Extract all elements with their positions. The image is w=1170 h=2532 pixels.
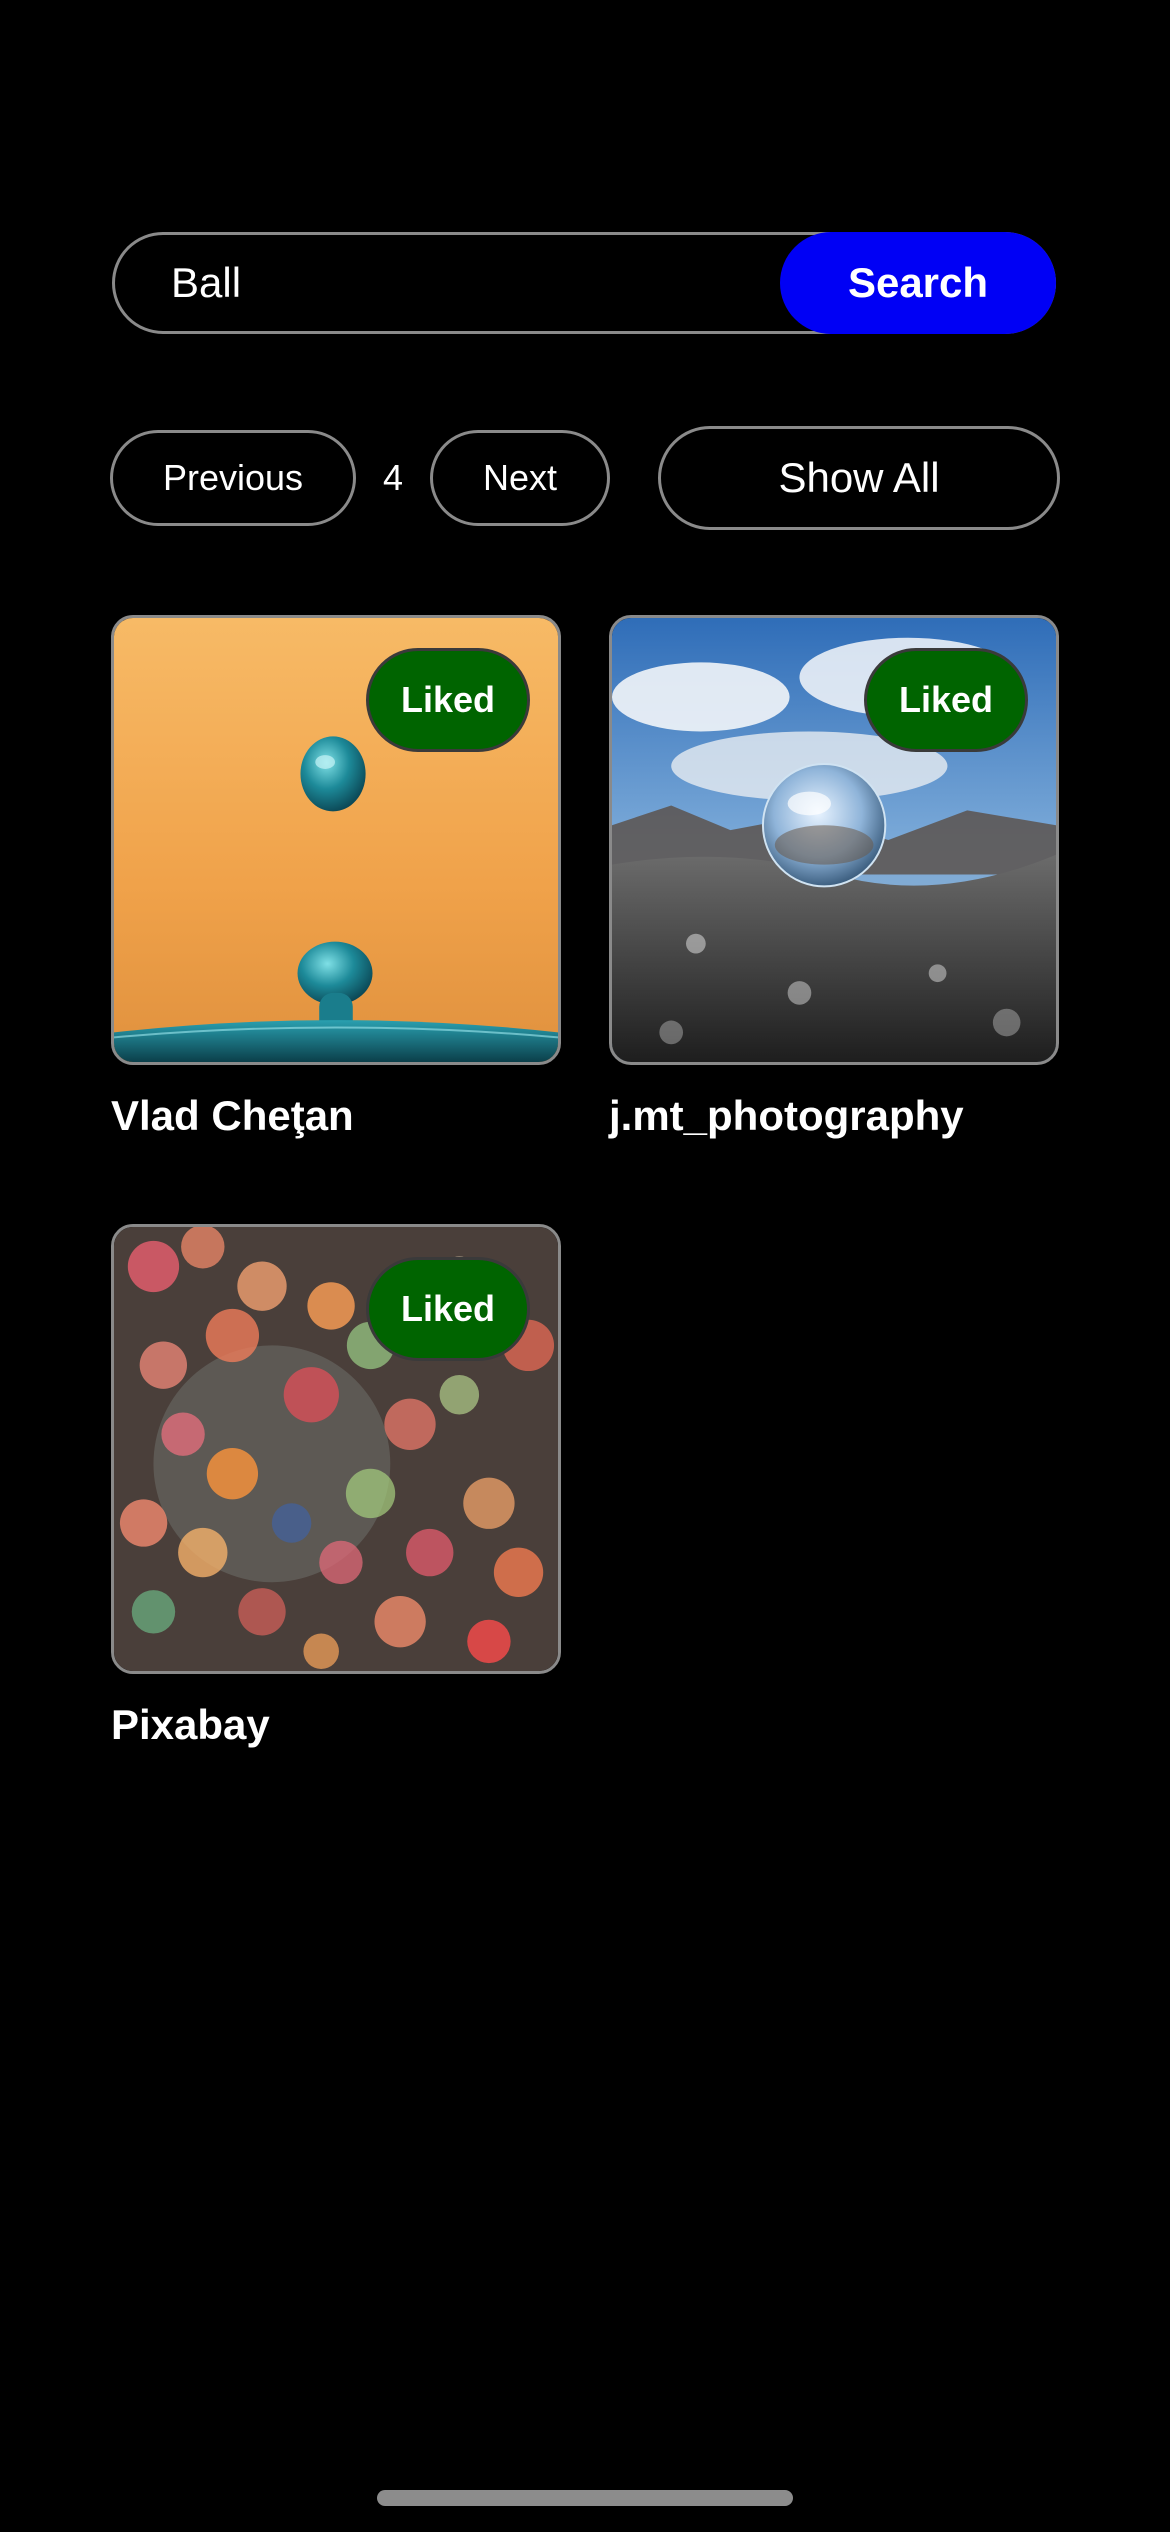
show-all-button[interactable]: Show All bbox=[658, 426, 1060, 530]
search-bar: Search bbox=[112, 232, 1056, 334]
search-button[interactable]: Search bbox=[780, 232, 1056, 334]
page-number: 4 bbox=[382, 457, 404, 498]
search-input[interactable] bbox=[171, 235, 731, 331]
photographer-name: Pixabay bbox=[111, 1701, 270, 1748]
liked-badge[interactable]: Liked bbox=[864, 648, 1028, 752]
bokeh-lights-photo[interactable]: Liked bbox=[111, 1224, 561, 1674]
next-button[interactable]: Next bbox=[430, 430, 610, 526]
liked-badge[interactable]: Liked bbox=[366, 648, 530, 752]
water-droplets-photo[interactable]: Liked bbox=[111, 615, 561, 1065]
crystal-ball-photo[interactable]: Liked bbox=[609, 615, 1059, 1065]
home-indicator[interactable] bbox=[377, 2490, 793, 2506]
photographer-name: j.mt_photography bbox=[609, 1092, 964, 1139]
photographer-name: Vlad Cheţan bbox=[111, 1092, 354, 1139]
result-card: Liked Vlad Cheţan bbox=[111, 615, 561, 1141]
liked-badge[interactable]: Liked bbox=[366, 1257, 530, 1361]
result-card: Liked Pixabay bbox=[111, 1224, 561, 1750]
previous-button[interactable]: Previous bbox=[110, 430, 356, 526]
result-card: Liked j.mt_photography bbox=[609, 615, 1059, 1141]
